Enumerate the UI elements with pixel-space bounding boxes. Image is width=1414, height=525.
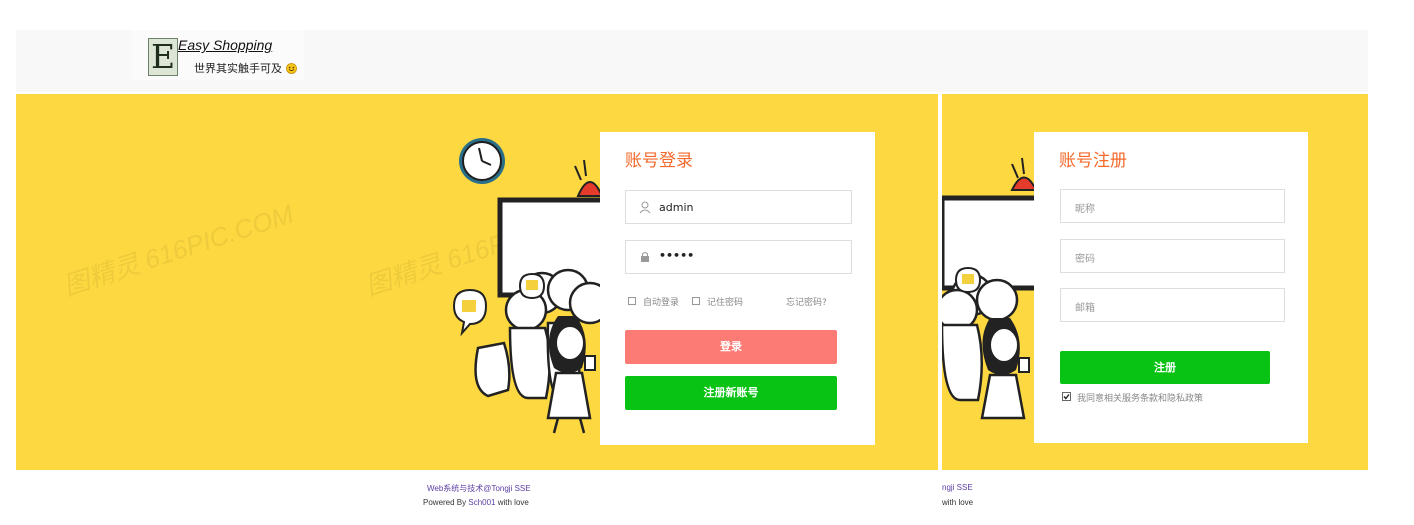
username-input[interactable]: admin [625,190,852,224]
footer-powered: Powered By Sch001 with love [423,498,529,507]
email-placeholder: 邮箱 [1075,303,1095,314]
agree-checkbox[interactable] [1062,392,1071,401]
footer-credit-fragment: ngji SSE [942,483,973,492]
smiley-icon [285,63,297,74]
lock-icon [641,252,649,262]
logo[interactable]: E Easy Shopping 世界其实触手可及 [132,30,304,80]
register-password-input[interactable]: 密码 [1060,239,1285,273]
forgot-password-link[interactable]: 忘记密码? [786,295,827,308]
remember-checkbox[interactable] [692,297,700,305]
register-card: 账号注册 昵称 密码 邮箱 注册 我同意相关服务条款和隐私政策 [1034,132,1308,443]
nickname-placeholder: 昵称 [1075,204,1095,215]
email-input[interactable]: 邮箱 [1060,288,1285,322]
logo-icon: E [148,38,178,76]
crowd-illustration [452,138,610,434]
auto-login-checkbox[interactable] [628,297,636,305]
footer-credit: Web系统与技术@Tongji SSE [427,483,531,494]
remember-label: 记住密码 [707,298,744,308]
agree-terms-label: 我同意相关服务条款和隐私政策 [1077,394,1204,404]
password-placeholder: 密码 [1075,254,1095,265]
footer-powered-fragment: with love [942,498,973,507]
footer-fragment-2: with love [942,498,974,507]
footer-powered-prefix: Powered By [423,498,469,507]
tagline: 世界其实触手可及 [194,60,297,76]
register-new-account-button[interactable]: 注册新账号 [625,376,837,410]
footer-course: Web系统与技术@ [427,484,492,493]
page: E Easy Shopping 世界其实触手可及 图精灵 616PIC.COM … [0,0,1414,525]
nickname-input[interactable]: 昵称 [1060,189,1285,223]
username-value: admin [659,201,694,214]
login-title: 账号登录 [625,151,693,171]
brand-title[interactable]: Easy Shopping [178,37,272,53]
footer-powered-suffix: with love [495,498,529,507]
footer-fragment-1: ngji SSE [942,483,973,492]
password-value: ••••• [659,249,695,262]
tagline-text: 世界其实触手可及 [194,62,282,75]
register-button[interactable]: 注册 [1060,351,1270,384]
girl-figure [546,316,596,434]
register-title: 账号注册 [1059,151,1127,171]
auto-login-label: 自动登录 [643,298,680,308]
footer-org-link[interactable]: Tongji SSE [491,484,530,493]
login-button[interactable]: 登录 [625,330,837,364]
site-header: E Easy Shopping 世界其实触手可及 [16,30,1368,92]
logo-letter: E [151,37,176,76]
password-input[interactable]: ••••• [625,240,852,274]
footer-author-link[interactable]: Sch001 [468,498,495,507]
login-card: 账号登录 admin ••••• 自动登录 记住密码 忘记密码? 登录 注册新账… [600,132,875,445]
clock-icon [459,138,505,184]
panel-divider [938,94,942,470]
user-icon [639,201,651,214]
crowd-illustration [942,157,1037,420]
